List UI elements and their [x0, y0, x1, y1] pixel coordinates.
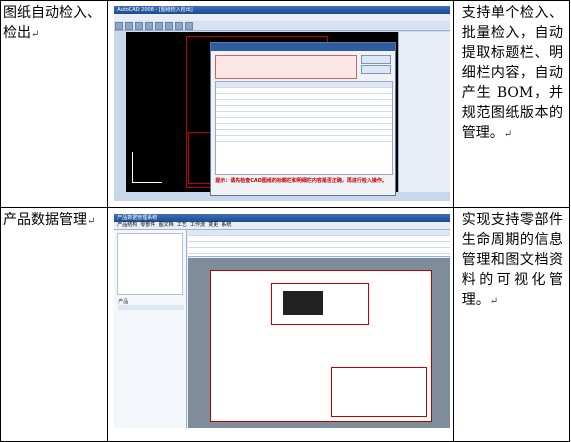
feature-label-cell: 产品数据管理↵: [0, 207, 109, 442]
toolbar-icon[interactable]: [165, 22, 174, 30]
toolbar-icon[interactable]: [145, 22, 154, 30]
title-block-fields: [215, 55, 358, 79]
toolbar-icon[interactable]: [125, 22, 134, 30]
drawing-sheet: [210, 270, 433, 422]
paragraph-mark: ↵: [489, 296, 499, 307]
tab[interactable]: 系统: [221, 222, 231, 228]
feature-label: 产品数据管理: [3, 212, 87, 228]
paragraph-mark: ↵: [31, 29, 40, 40]
description-cell: 实现支持零部件生命周期的信息管理和图文档资料的可视化管理。↵: [452, 207, 571, 442]
tab[interactable]: 工艺: [177, 222, 187, 228]
dialog-note: 提示：请先检查CAD图纸的标题栏和明细栏内容是否正确，再进行检入操作。: [215, 178, 387, 184]
description-cell: 支持单个检入、批量检入，自动提取标题栏、明细栏内容，自动产生 BOM，并规范图纸…: [452, 0, 571, 208]
property-grid: [188, 230, 451, 257]
window-title: 产品数据管理系统: [114, 214, 451, 222]
feature-description: 支持单个检入、批量检入，自动提取标题栏、明细栏内容，自动产生 BOM，并规范图纸…: [461, 5, 563, 141]
toolbar-icon[interactable]: [185, 22, 194, 30]
toolbar-icon[interactable]: [175, 22, 184, 30]
screenshot-cell: 产品数据管理系统 产品结构 零部件 图文档 工艺 工作流 变更 系统 产品: [107, 207, 454, 442]
screenshot-cell: AutoCAD 2008 - [图纸检入检出] 提示：请先检查CAD图纸的标题栏…: [107, 0, 454, 208]
tab[interactable]: 图文档: [159, 222, 174, 228]
tab[interactable]: 工作流: [190, 222, 205, 228]
search-form[interactable]: [117, 233, 184, 295]
toolbar-icon[interactable]: [135, 22, 144, 30]
toolbar-icon[interactable]: [155, 22, 164, 30]
pdm-screenshot: 产品数据管理系统 产品结构 零部件 图文档 工艺 工作流 变更 系统 产品: [114, 214, 451, 428]
feature-description: 实现支持零部件生命周期的信息管理和图文档资料的可视化管理。: [461, 212, 563, 308]
feature-label-cell: 图纸自动检入、检出↵: [0, 0, 109, 208]
window-title: AutoCAD 2008 - [图纸检入检出]: [114, 6, 451, 14]
toolbar-icon[interactable]: [115, 22, 124, 30]
paragraph-mark: ↵: [87, 216, 96, 227]
table-row: 产品数据管理↵ 产品数据管理系统 产品结构 零部件 图文档 工艺 工作流 变更 …: [0, 207, 571, 442]
toolbar: [114, 21, 451, 31]
cad-screenshot: AutoCAD 2008 - [图纸检入检出] 提示：请先检查CAD图纸的标题栏…: [114, 6, 451, 201]
tab-bar: 产品结构 零部件 图文档 工艺 工作流 变更 系统: [114, 222, 451, 230]
table-row: 图纸自动检入、检出↵ AutoCAD 2008 - [图纸检入检出] 提示：请先…: [0, 0, 571, 208]
dialog-title: [211, 43, 396, 51]
tab[interactable]: 产品结构: [117, 222, 137, 228]
feature-table: 图纸自动检入、检出↵ AutoCAD 2008 - [图纸检入检出] 提示：请先…: [0, 0, 571, 442]
product-tree[interactable]: 产品: [118, 300, 185, 380]
dialog-button[interactable]: [361, 65, 392, 74]
tab[interactable]: 零部件: [140, 222, 155, 228]
bom-list: [215, 81, 394, 175]
drawing-viewer[interactable]: [188, 258, 451, 428]
properties-panel: [398, 32, 451, 192]
tree-panel: 产品: [114, 230, 188, 428]
paragraph-mark: ↵: [503, 129, 513, 140]
tab[interactable]: 变更: [208, 222, 218, 228]
checkin-dialog: 提示：请先检查CAD图纸的标题栏和明细栏内容是否正确，再进行检入操作。: [210, 42, 397, 196]
feature-label: 图纸自动检入、检出: [3, 5, 101, 41]
dialog-button[interactable]: [361, 55, 392, 64]
